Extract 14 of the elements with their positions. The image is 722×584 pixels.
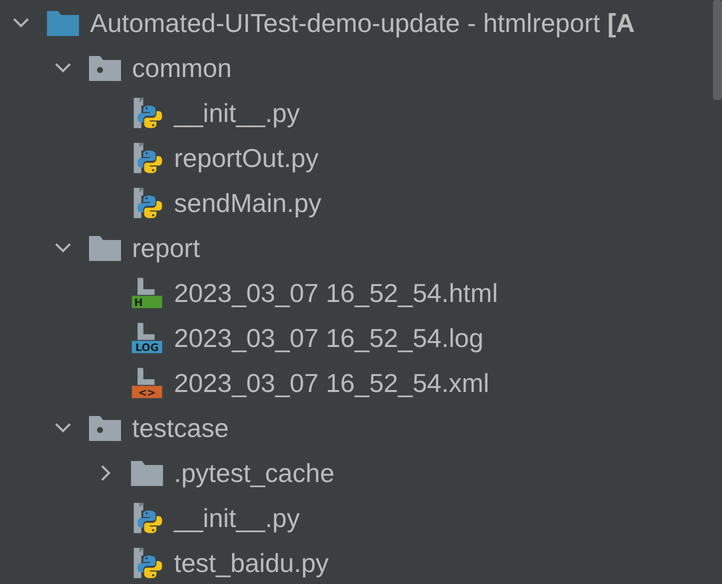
file-name[interactable]: sendMain.py <box>174 186 322 218</box>
folder-name[interactable]: Automated-UITest-demo-update - htmlreport [A <box>90 6 635 38</box>
file-name[interactable]: 2023_03_07 16_52_54.html <box>174 276 498 308</box>
scrollbar-thumb[interactable] <box>713 0 722 100</box>
file-name[interactable]: 2023_03_07 16_52_54.xml <box>174 366 490 398</box>
file-name[interactable]: reportOut.py <box>174 142 319 174</box>
folder-name[interactable]: testcase <box>132 412 229 444</box>
file-name[interactable]: 2023_03_07 16_52_54.log <box>174 322 484 354</box>
file-name[interactable]: __init__.py <box>174 96 300 128</box>
file-name[interactable]: __init__.py <box>174 502 300 534</box>
folder-name[interactable]: common <box>132 52 232 84</box>
file-name[interactable]: test_baidu.py <box>174 546 329 578</box>
folder-name[interactable]: .pytest_cache <box>174 456 334 488</box>
folder-name[interactable]: report <box>132 232 200 264</box>
